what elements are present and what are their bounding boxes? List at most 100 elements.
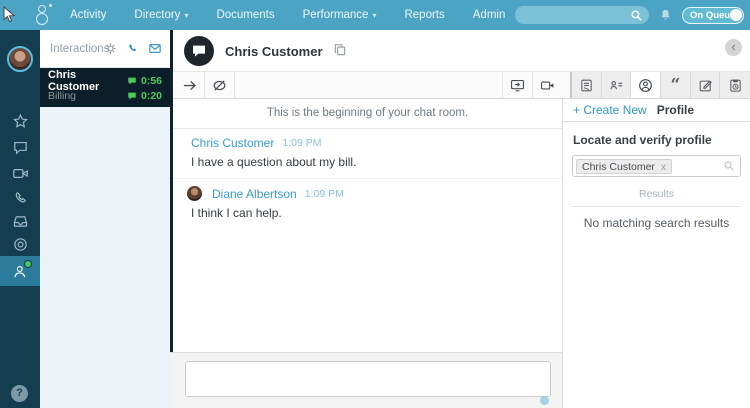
on-queue-label: On Queue: [690, 9, 736, 21]
chat-bubble-icon: [128, 77, 136, 85]
chat-avatar: [184, 36, 214, 66]
responses-tab[interactable]: “: [661, 72, 691, 98]
chat-bubble-icon: [128, 92, 136, 100]
schedule-tab[interactable]: [720, 72, 750, 98]
message-time: 1:09 PM: [304, 187, 344, 200]
nav-item-reports[interactable]: Reports: [398, 9, 450, 21]
toggle-knob: [730, 8, 742, 21]
global-search: [515, 6, 649, 24]
interaction-card[interactable]: Chris Customer 0:56 Billing 0:20: [40, 68, 170, 107]
chat-beginning-notice: This is the beginning of your chat room.: [173, 99, 562, 129]
transfer-button[interactable]: [175, 72, 205, 98]
video-camera-icon: [12, 168, 28, 178]
slashed-eye-icon: [213, 79, 226, 91]
profile-search-box[interactable]: Chris Customer x: [572, 155, 741, 177]
star-icon: [12, 113, 28, 128]
app-window: Activity Directory ▾ Documents Performanc…: [0, 0, 750, 408]
chat-message-input[interactable]: [185, 361, 551, 397]
interaction-queue: Billing: [48, 89, 77, 102]
profile-panel: + Create New Profile Locate and verify p…: [562, 99, 750, 408]
sidebar-item-video[interactable]: [0, 160, 40, 186]
screen-share-button[interactable]: [502, 72, 532, 98]
message-text: I have a question about my bill.: [191, 155, 357, 169]
emoji-button[interactable]: [540, 396, 549, 405]
phone-icon: [15, 191, 26, 202]
profile-tab[interactable]: [631, 72, 662, 98]
help-icon[interactable]: ?: [11, 385, 28, 402]
chevron-down-icon: ▾: [372, 11, 377, 20]
message-author[interactable]: Chris Customer: [191, 136, 274, 150]
chat-message: Chris Customer 1:09 PM I have a question…: [173, 129, 562, 179]
chat-compose-area: [170, 352, 562, 408]
nav-right-cluster: On Queue: [515, 0, 744, 30]
notes-tab[interactable]: [691, 72, 721, 98]
message-text: I think I can help.: [191, 206, 282, 220]
envelope-icon[interactable]: [148, 42, 162, 55]
target-icon: [13, 237, 27, 251]
interactions-panel: Interactions Chris Customer 0:56 Billing…: [40, 30, 170, 408]
interactions-header: Interactions: [40, 30, 170, 68]
create-new-link[interactable]: + Create New: [573, 103, 647, 117]
chat-transcript: This is the beginning of your chat room.…: [173, 99, 562, 352]
chat-message: Diane Albertson 1:09 PM I think I can he…: [173, 179, 562, 229]
left-rail: ?: [0, 30, 40, 408]
copy-icon[interactable]: [333, 43, 347, 57]
monitor-share-icon: [511, 79, 524, 91]
interaction-timer: 0:56: [140, 74, 162, 87]
sidebar-item-workspace[interactable]: [0, 231, 40, 257]
message-avatar: [187, 186, 202, 201]
quotes-icon: “: [670, 75, 681, 95]
video-camera-icon: [541, 81, 554, 89]
panel-tools-group: “: [570, 72, 750, 98]
message-time: 1:09 PM: [282, 137, 322, 149]
contacts-tab[interactable]: [602, 72, 632, 98]
contact-list-icon: [609, 80, 622, 89]
chat-header: Chris Customer ‹: [173, 30, 750, 72]
interaction-toolbar: “: [173, 72, 750, 99]
main-menu: Activity Directory ▾ Documents Performanc…: [64, 9, 511, 21]
user-avatar[interactable]: [7, 46, 33, 72]
profile-tab-label[interactable]: Profile: [657, 103, 694, 117]
clipboard-clock-icon: [729, 79, 741, 92]
message-author[interactable]: Diane Albertson: [212, 187, 297, 201]
chat-bubble-icon: [193, 45, 205, 57]
mouse-cursor: [3, 6, 16, 23]
app-logo[interactable]: [32, 4, 54, 27]
collapse-panel-button[interactable]: ‹: [725, 39, 742, 56]
panel-divider: [170, 30, 173, 352]
global-search-input[interactable]: [525, 7, 627, 23]
script-tab[interactable]: [572, 72, 602, 98]
on-queue-toggle[interactable]: On Queue: [682, 6, 744, 24]
search-icon: [724, 161, 734, 171]
nav-item-activity[interactable]: Activity: [64, 9, 112, 21]
nav-item-admin[interactable]: Admin: [467, 9, 512, 21]
phone-icon[interactable]: [126, 42, 139, 55]
sidebar-item-favorites[interactable]: [0, 108, 40, 134]
interactions-title: Interactions: [50, 43, 110, 55]
inbox-icon: [13, 215, 27, 227]
search-icon: [631, 9, 642, 21]
bell-icon[interactable]: [658, 7, 673, 24]
arrow-right-icon: [183, 80, 196, 90]
chat-title: Chris Customer: [225, 44, 323, 59]
presence-dot: [24, 260, 32, 268]
chevron-down-icon: ▾: [184, 11, 189, 20]
chip-close-icon[interactable]: x: [661, 162, 666, 173]
nav-item-documents[interactable]: Documents: [210, 9, 280, 21]
video-call-button[interactable]: [532, 72, 562, 98]
top-nav: Activity Directory ▾ Documents Performanc…: [0, 0, 750, 30]
queue-timer: 0:20: [140, 89, 162, 102]
locate-verify-title: Locate and verify profile: [573, 133, 712, 147]
nav-item-performance[interactable]: Performance ▾: [297, 9, 383, 21]
search-chip: Chris Customer x: [576, 158, 672, 174]
sidebar-item-interactions[interactable]: [0, 256, 40, 286]
script-icon: [581, 79, 592, 91]
profile-icon: [639, 78, 653, 92]
compose-icon: [699, 79, 712, 91]
profile-panel-tabs: + Create New Profile: [563, 99, 750, 122]
gear-icon[interactable]: [104, 42, 117, 55]
nav-item-directory[interactable]: Directory ▾: [128, 9, 194, 21]
results-label: Results: [572, 188, 741, 207]
end-chat-button[interactable]: [205, 72, 235, 98]
sidebar-item-chat[interactable]: [0, 134, 40, 160]
